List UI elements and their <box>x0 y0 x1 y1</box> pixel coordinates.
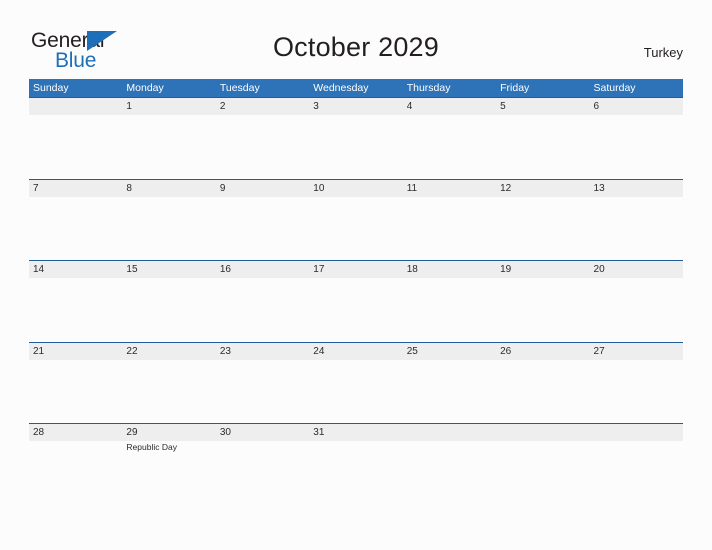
day-cell[interactable] <box>403 441 496 505</box>
weekday-header-sunday: Sunday <box>33 82 69 94</box>
day-cell[interactable] <box>122 115 215 179</box>
day-number[interactable]: 20 <box>590 261 683 278</box>
week-date-band: 14 15 16 17 18 19 20 <box>29 261 683 278</box>
day-cell[interactable] <box>309 115 402 179</box>
page-title: October 2029 <box>272 32 439 62</box>
day-number[interactable]: 3 <box>309 98 402 115</box>
day-event-republic-day: Republic Day <box>126 442 177 452</box>
weekday-header-thursday: Thursday <box>406 82 451 94</box>
day-cell[interactable] <box>403 115 496 179</box>
day-cell[interactable] <box>122 197 215 261</box>
week-row: 1 2 3 4 5 6 <box>29 97 683 179</box>
week-body-band <box>29 278 683 342</box>
day-cell[interactable] <box>309 278 402 342</box>
day-cell[interactable] <box>590 197 683 261</box>
day-cell[interactable] <box>309 197 402 261</box>
day-cell[interactable] <box>496 278 589 342</box>
day-cell[interactable] <box>496 441 589 505</box>
day-cell[interactable] <box>29 441 122 505</box>
day-cell[interactable] <box>309 441 402 505</box>
day-number[interactable]: 30 <box>216 424 309 441</box>
weekday-header-tuesday: Tuesday <box>219 82 260 94</box>
day-number[interactable]: 27 <box>590 343 683 360</box>
weekday-header-row: Sunday Monday Tuesday Wednesday Thursday… <box>29 79 683 97</box>
day-number[interactable]: 24 <box>309 343 402 360</box>
week-body-band <box>29 359 683 424</box>
weekday-header-wednesday: Wednesday <box>313 82 369 94</box>
week-date-band: 28 29 30 31 <box>29 424 683 441</box>
day-number[interactable]: 31 <box>309 424 402 441</box>
day-number[interactable]: 25 <box>403 343 496 360</box>
day-number[interactable]: 18 <box>403 261 496 278</box>
week-date-band: 21 22 23 24 25 26 27 <box>29 342 683 360</box>
week-row: 14 15 16 17 18 19 20 <box>29 260 683 342</box>
week-row: 21 22 23 24 25 26 27 <box>29 341 683 424</box>
day-number[interactable]: 17 <box>309 261 402 278</box>
week-row: 28 29 30 31 Republic Day <box>29 423 683 505</box>
day-cell[interactable] <box>590 441 683 505</box>
day-number[interactable] <box>403 424 496 441</box>
day-number[interactable]: 7 <box>29 180 122 197</box>
day-number[interactable]: 2 <box>216 98 309 115</box>
day-number[interactable]: 26 <box>496 343 589 360</box>
day-cell[interactable] <box>29 360 122 424</box>
day-cell[interactable] <box>403 278 496 342</box>
day-number[interactable]: 23 <box>216 343 309 360</box>
day-cell[interactable] <box>496 115 589 179</box>
day-cell[interactable] <box>590 278 683 342</box>
day-number[interactable]: 1 <box>122 98 215 115</box>
day-cell[interactable] <box>496 360 589 424</box>
day-number[interactable]: 6 <box>590 98 683 115</box>
day-number[interactable]: 5 <box>496 98 589 115</box>
day-number[interactable]: 14 <box>29 261 122 278</box>
day-cell[interactable] <box>216 360 309 424</box>
day-number[interactable]: 28 <box>29 424 122 441</box>
calendar-grid: Sunday Monday Tuesday Wednesday Thursday… <box>29 79 683 505</box>
day-cell[interactable] <box>29 278 122 342</box>
day-cell[interactable] <box>216 441 309 505</box>
day-cell[interactable] <box>29 115 122 179</box>
page-header: General Blue October 2029 Turkey <box>0 0 712 78</box>
day-cell[interactable] <box>29 197 122 261</box>
weekday-header-saturday: Saturday <box>593 82 636 94</box>
day-number[interactable]: 10 <box>309 180 402 197</box>
day-cell[interactable] <box>216 115 309 179</box>
day-number[interactable]: 8 <box>122 180 215 197</box>
day-number[interactable]: 21 <box>29 343 122 360</box>
day-cell[interactable] <box>216 197 309 261</box>
locale-label: Turkey <box>643 45 683 60</box>
day-number[interactable] <box>496 424 589 441</box>
day-cell[interactable]: Republic Day <box>122 441 215 505</box>
day-cell[interactable] <box>309 360 402 424</box>
day-cell[interactable] <box>122 278 215 342</box>
weekday-header-monday: Monday <box>126 82 164 94</box>
day-number[interactable]: 12 <box>496 180 589 197</box>
week-body-band <box>29 115 683 179</box>
day-number[interactable]: 19 <box>496 261 589 278</box>
day-cell[interactable] <box>122 360 215 424</box>
day-number[interactable]: 11 <box>403 180 496 197</box>
day-number[interactable]: 13 <box>590 180 683 197</box>
week-date-band: 7 8 9 10 11 12 13 <box>29 179 683 197</box>
day-cell[interactable] <box>403 197 496 261</box>
day-number[interactable]: 22 <box>122 343 215 360</box>
day-cell[interactable] <box>403 360 496 424</box>
week-body-band: Republic Day <box>29 441 683 505</box>
day-number[interactable] <box>29 98 122 115</box>
week-row: 7 8 9 10 11 12 13 <box>29 178 683 261</box>
week-date-band: 1 2 3 4 5 6 <box>29 98 683 115</box>
week-body-band <box>29 196 683 261</box>
day-number[interactable]: 29 <box>122 424 215 441</box>
day-cell[interactable] <box>216 278 309 342</box>
day-cell[interactable] <box>590 115 683 179</box>
day-number[interactable]: 4 <box>403 98 496 115</box>
weekday-header-friday: Friday <box>500 82 530 94</box>
day-number[interactable]: 16 <box>216 261 309 278</box>
day-cell[interactable] <box>590 360 683 424</box>
day-number[interactable] <box>590 424 683 441</box>
day-number[interactable]: 15 <box>122 261 215 278</box>
day-number[interactable]: 9 <box>216 180 309 197</box>
day-cell[interactable] <box>496 197 589 261</box>
